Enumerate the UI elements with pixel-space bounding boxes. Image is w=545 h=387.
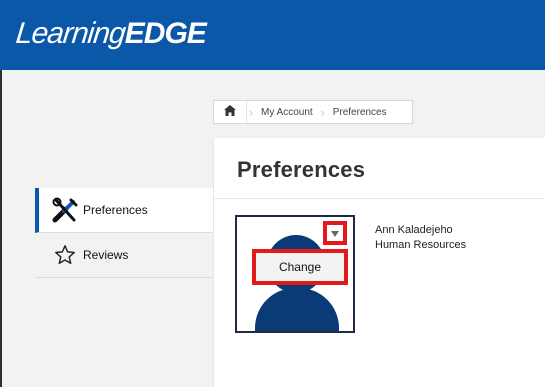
sidebar-item-reviews[interactable]: Reviews bbox=[35, 233, 213, 278]
page-title: Preferences bbox=[237, 157, 366, 182]
breadcrumb-home[interactable] bbox=[214, 101, 247, 123]
photo-dropdown-toggle[interactable] bbox=[323, 221, 347, 245]
home-icon bbox=[224, 105, 236, 119]
learningedge-logo[interactable]: LearningEDGE bbox=[14, 17, 206, 51]
breadcrumb-preferences[interactable]: Preferences bbox=[327, 107, 393, 118]
breadcrumb-separator: › bbox=[320, 104, 325, 120]
user-department: Human Resources bbox=[375, 239, 467, 251]
sidebar-item-label: Preferences bbox=[83, 203, 148, 217]
title-divider bbox=[214, 198, 545, 199]
user-name: Ann Kaladejeho bbox=[375, 224, 453, 236]
star-icon bbox=[51, 241, 79, 269]
breadcrumb-my-account[interactable]: My Account bbox=[255, 107, 319, 118]
top-header-bar: LearningEDGE bbox=[0, 0, 545, 70]
sidebar-item-label: Reviews bbox=[83, 248, 129, 262]
change-photo-menu-item[interactable]: Change bbox=[252, 249, 348, 285]
avatar-body bbox=[255, 288, 339, 331]
breadcrumb: › My Account › Preferences bbox=[213, 100, 413, 124]
tools-icon bbox=[51, 196, 79, 224]
sidebar-item-preferences[interactable]: Preferences bbox=[35, 188, 213, 233]
sidebar: Preferences Reviews bbox=[35, 188, 213, 278]
caret-down-icon bbox=[331, 224, 339, 242]
breadcrumb-separator: › bbox=[248, 104, 254, 120]
